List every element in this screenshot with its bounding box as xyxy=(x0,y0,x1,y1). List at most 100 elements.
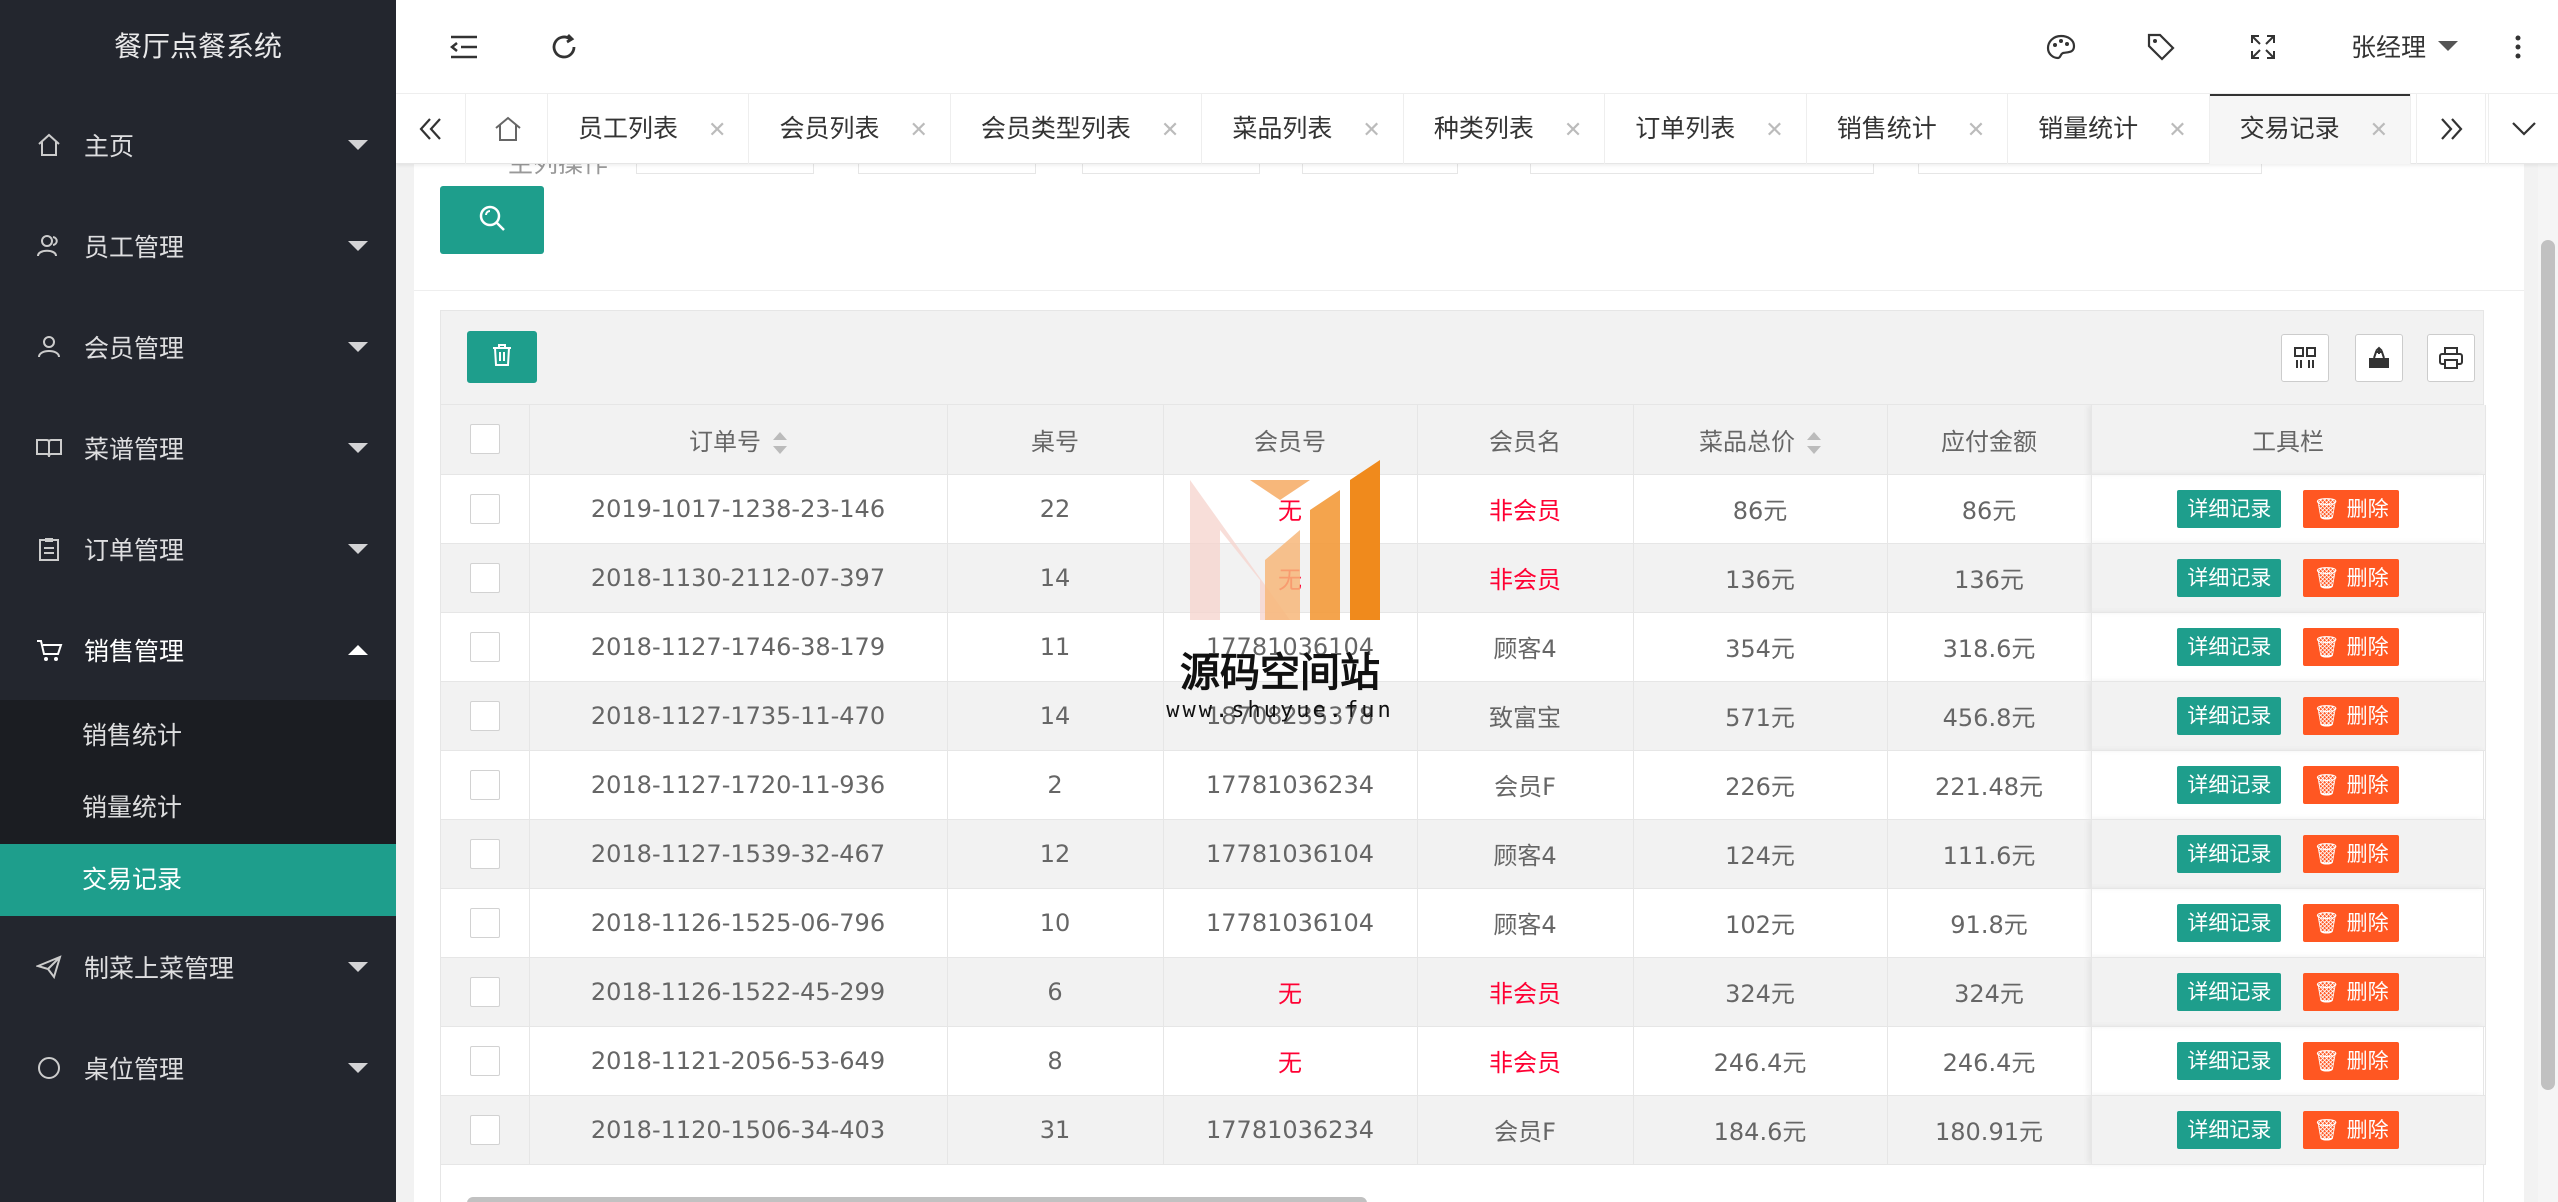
detail-button[interactable]: 详细记录 xyxy=(2177,1110,2282,1149)
refresh-icon[interactable] xyxy=(544,27,584,67)
sort-icon[interactable] xyxy=(1807,431,1821,454)
columns-filter-icon[interactable] xyxy=(2281,334,2329,382)
fullscreen-icon[interactable] xyxy=(2243,27,2283,67)
sidebar-item-staff[interactable]: 员工管理 xyxy=(0,195,396,296)
close-icon[interactable]: ✕ xyxy=(1161,118,1179,143)
detail-button[interactable]: 详细记录 xyxy=(2177,834,2282,873)
tab-sales-stats[interactable]: 销售统计 ✕ xyxy=(1807,94,2009,164)
delete-button[interactable]: 🗑 删除 xyxy=(2303,834,2399,873)
more-vertical-icon[interactable] xyxy=(2498,27,2538,67)
detail-button[interactable]: 详细记录 xyxy=(2177,489,2282,528)
close-icon[interactable]: ✕ xyxy=(708,118,726,143)
sidebar-item-members[interactable]: 会员管理 xyxy=(0,296,396,397)
row-checkbox[interactable] xyxy=(469,976,500,1007)
detail-button[interactable]: 详细记录 xyxy=(2177,765,2282,804)
row-checkbox[interactable] xyxy=(469,1045,500,1076)
delete-button[interactable]: 🗑 删除 xyxy=(2303,1110,2399,1149)
tab-staff-list[interactable]: 员工列表 ✕ xyxy=(548,94,750,164)
row-checkbox[interactable] xyxy=(469,769,500,800)
tab-home-icon[interactable] xyxy=(468,94,548,164)
cell-payable: 180.91元 xyxy=(1887,1095,2092,1165)
cell-actions: 详细记录 🗑 删除 xyxy=(2091,474,2486,544)
delete-button[interactable]: 🗑 删除 xyxy=(2303,903,2399,942)
tabs-dropdown-icon[interactable] xyxy=(2488,94,2558,164)
export-icon[interactable] xyxy=(2355,334,2403,382)
detail-button[interactable]: 详细记录 xyxy=(2177,903,2282,942)
print-icon[interactable] xyxy=(2427,334,2475,382)
row-checkbox[interactable] xyxy=(469,1114,500,1145)
row-checkbox[interactable] xyxy=(469,838,500,869)
row-checkbox[interactable] xyxy=(469,493,500,524)
delete-button[interactable]: 🗑 删除 xyxy=(2303,489,2399,528)
palette-icon[interactable] xyxy=(2041,27,2081,67)
sidebar-subitem-sales-stats[interactable]: 销售统计 xyxy=(0,700,396,772)
sidebar-item-home[interactable]: 主页 xyxy=(0,94,396,195)
user-name: 张经理 xyxy=(2350,33,2426,62)
close-icon[interactable]: ✕ xyxy=(1564,118,1582,143)
delete-button[interactable]: 🗑 删除 xyxy=(2303,627,2399,666)
sidebar-item-orders[interactable]: 订单管理 xyxy=(0,498,396,599)
tag-icon[interactable] xyxy=(2141,27,2181,67)
close-icon[interactable]: ✕ xyxy=(2168,118,2186,143)
filter-member-name-input[interactable] xyxy=(1302,164,1458,174)
cell-actions: 详细记录 🗑 删除 xyxy=(2091,750,2486,820)
close-icon[interactable]: ✕ xyxy=(909,118,927,143)
tab-member-list[interactable]: 会员列表 ✕ xyxy=(749,94,951,164)
tab-volume-stats[interactable]: 销量统计 ✕ xyxy=(2008,94,2210,164)
detail-button[interactable]: 详细记录 xyxy=(2177,1041,2282,1080)
sidebar-item-kitchen[interactable]: 制菜上菜管理 xyxy=(0,916,396,1017)
horizontal-scrollbar[interactable] xyxy=(467,1197,1367,1202)
detail-button[interactable]: 详细记录 xyxy=(2177,972,2282,1011)
tab-dish-list[interactable]: 菜品列表 ✕ xyxy=(1202,94,1404,164)
select-all-checkbox[interactable] xyxy=(469,424,500,455)
close-icon[interactable]: ✕ xyxy=(2370,118,2388,143)
delete-button[interactable]: 🗑 删除 xyxy=(2303,972,2399,1011)
sort-icon[interactable] xyxy=(773,431,787,454)
row-checkbox[interactable] xyxy=(469,700,500,731)
detail-button[interactable]: 详细记录 xyxy=(2177,696,2282,735)
trash-icon: 🗑 xyxy=(2313,1117,2347,1142)
sidebar-item-tables[interactable]: 桌位管理 xyxy=(0,1017,396,1118)
filter-order-input[interactable] xyxy=(636,164,814,174)
row-checkbox[interactable] xyxy=(469,631,500,662)
filter-table-input[interactable] xyxy=(858,164,1036,174)
row-checkbox[interactable] xyxy=(469,562,500,593)
tab-order-list[interactable]: 订单列表 ✕ xyxy=(1605,94,1807,164)
delete-button[interactable]: 🗑 删除 xyxy=(2303,765,2399,804)
tabs-scroll-left-icon[interactable] xyxy=(396,94,466,164)
tab-member-type-list[interactable]: 会员类型列表 ✕ xyxy=(951,94,1203,164)
tabs-scroll-right-icon[interactable] xyxy=(2416,94,2486,164)
cell-table: 11 xyxy=(947,612,1164,682)
cell-member-no: 17781036104 xyxy=(1163,819,1418,889)
menu-collapse-icon[interactable] xyxy=(444,27,484,67)
sidebar-item-sales[interactable]: 销售管理 xyxy=(0,599,396,700)
delete-button[interactable]: 🗑 删除 xyxy=(2303,696,2399,735)
tab-category-list[interactable]: 种类列表 ✕ xyxy=(1404,94,1606,164)
sidebar-item-label: 桌位管理 xyxy=(84,1054,185,1084)
column-header-order[interactable]: 订单号 xyxy=(529,405,948,475)
tab-transactions[interactable]: 交易记录 ✕ xyxy=(2209,94,2412,164)
sidebar-subitem-transactions[interactable]: 交易记录 xyxy=(0,844,396,916)
cell-order: 2018-1127-1746-38-179 xyxy=(529,612,948,682)
user-menu[interactable]: 张经理 xyxy=(2351,28,2458,64)
column-header-total[interactable]: 菜品总价 xyxy=(1633,405,1888,475)
close-icon[interactable]: ✕ xyxy=(1967,118,1985,143)
detail-button[interactable]: 详细记录 xyxy=(2177,627,2282,666)
close-icon[interactable]: ✕ xyxy=(1362,118,1380,143)
filter-member-no-input[interactable] xyxy=(1082,164,1260,174)
filter-end-date-input[interactable] xyxy=(1918,164,2262,174)
detail-button[interactable]: 详细记录 xyxy=(2177,558,2282,597)
delete-button[interactable]: 🗑 删除 xyxy=(2303,558,2399,597)
row-checkbox[interactable] xyxy=(469,907,500,938)
close-icon[interactable]: ✕ xyxy=(1765,118,1783,143)
filter-start-date-input[interactable] xyxy=(1530,164,1874,174)
cell-payable: 456.8元 xyxy=(1887,681,2092,751)
sidebar-subitem-volume-stats[interactable]: 销量统计 xyxy=(0,772,396,844)
delete-button[interactable]: 🗑 删除 xyxy=(2303,1041,2399,1080)
batch-delete-button[interactable] xyxy=(467,331,537,383)
sidebar-item-menu[interactable]: 菜谱管理 xyxy=(0,397,396,498)
row-select-cell xyxy=(441,750,530,820)
chevron-down-icon xyxy=(348,544,368,554)
search-button[interactable] xyxy=(440,186,544,254)
vertical-scrollbar[interactable] xyxy=(2541,240,2555,1090)
